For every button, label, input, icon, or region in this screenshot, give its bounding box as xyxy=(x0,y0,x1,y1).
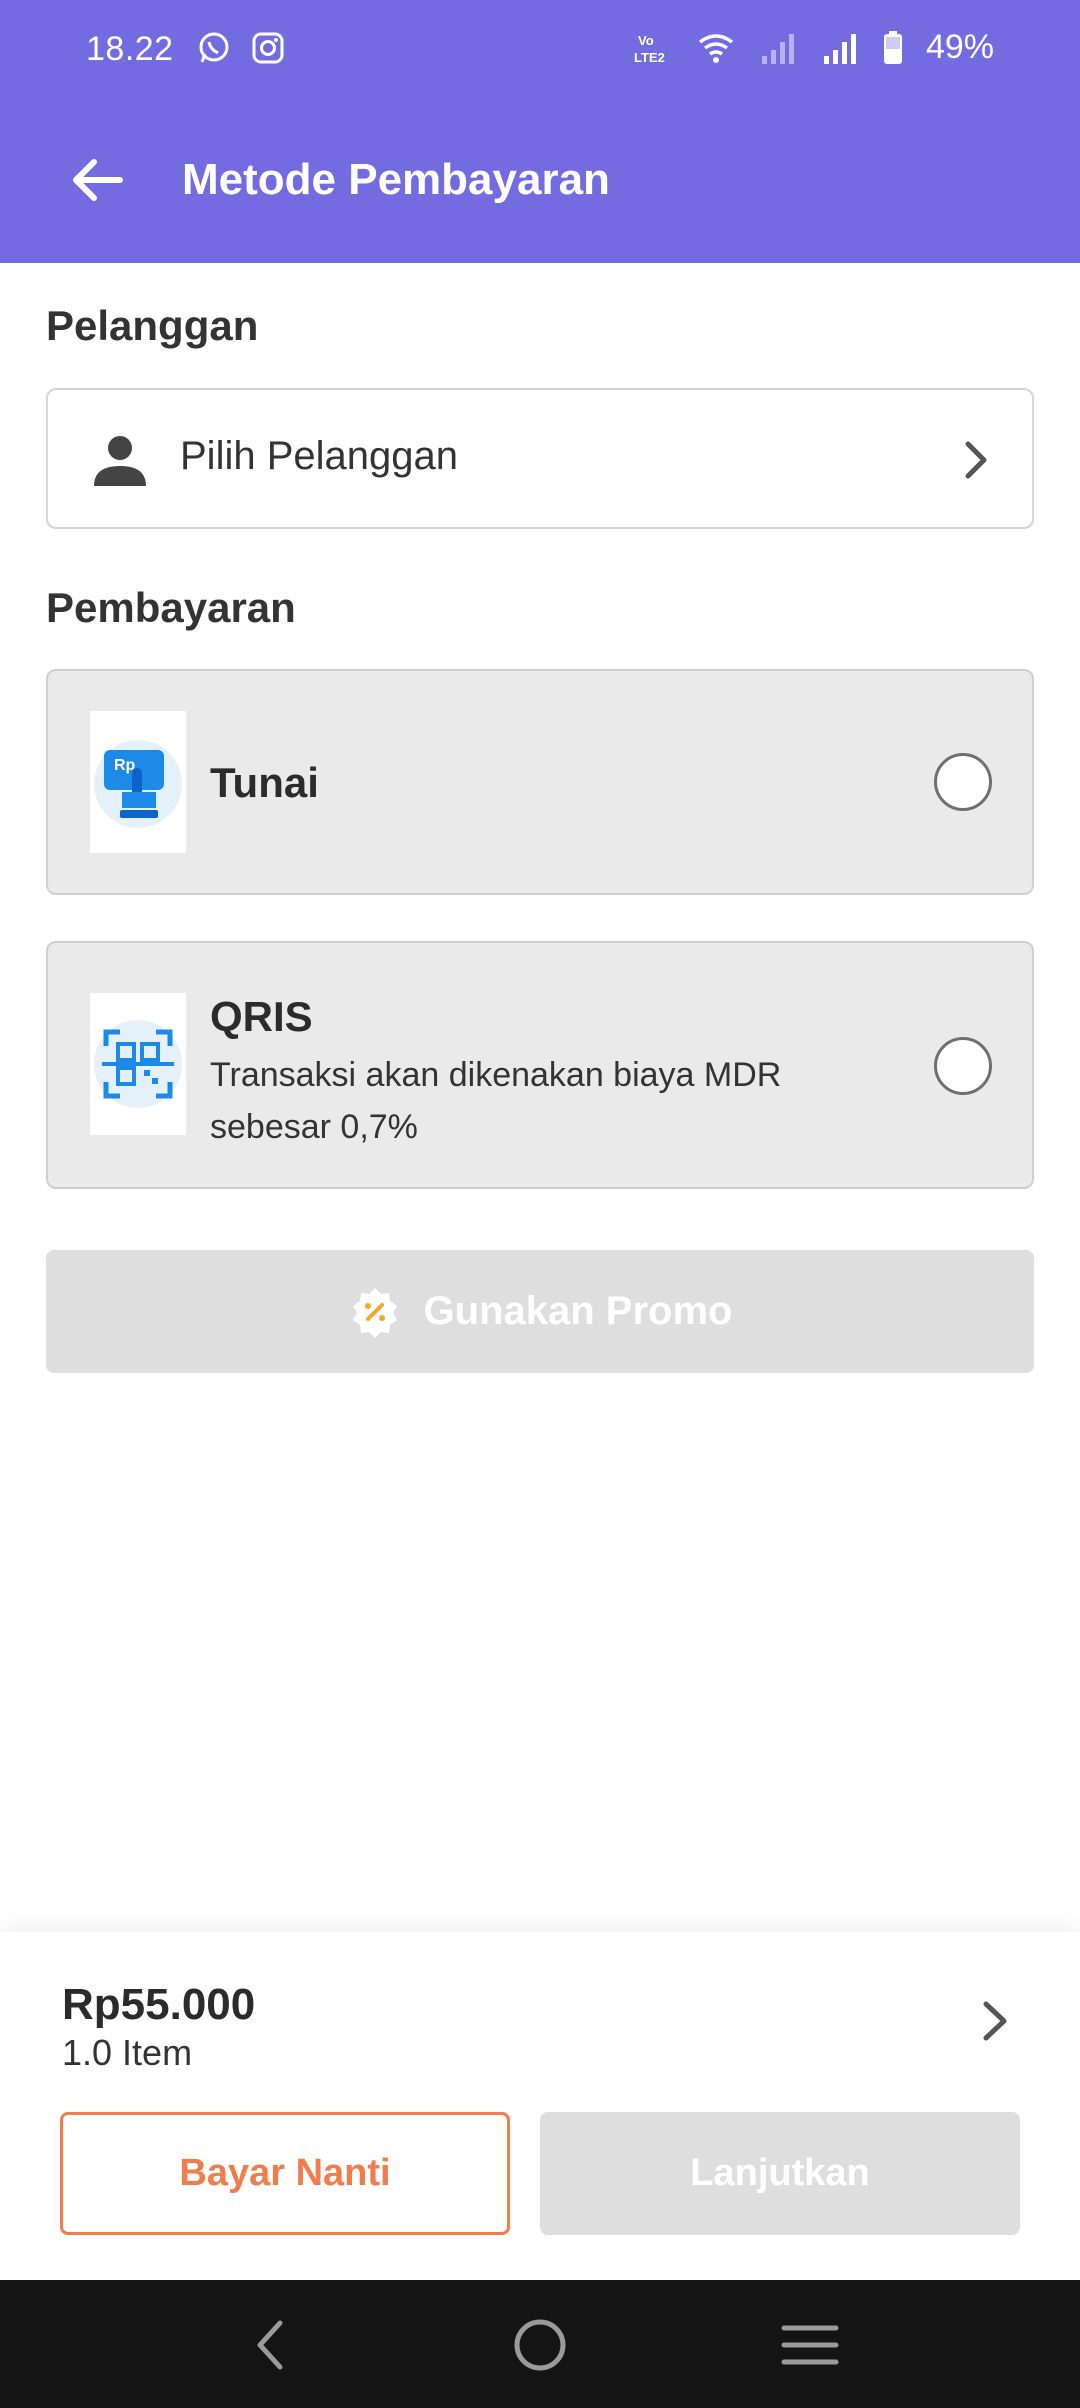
wifi-icon xyxy=(698,33,733,63)
payment-section-title: Pembayaran xyxy=(46,584,296,631)
status-right: Vo LTE2 49% xyxy=(634,28,994,67)
payment-method-screen: 18.22 Vo LTE2 49% Metode Pembayaran Pela… xyxy=(0,0,1080,2408)
select-customer-button[interactable]: Pilih Pelanggan xyxy=(46,388,1034,529)
nav-menu-icon xyxy=(781,2325,839,2365)
app-header: 18.22 Vo LTE2 49% Metode Pembayaran xyxy=(0,0,1080,263)
whatsapp-icon xyxy=(199,32,229,63)
system-nav-bar xyxy=(0,2280,1080,2408)
continue-button[interactable]: Lanjutkan xyxy=(540,2112,1020,2235)
chevron-right-icon xyxy=(965,441,987,479)
instagram-icon xyxy=(252,32,284,64)
promo-badge-icon xyxy=(352,1287,397,1338)
customer-section-title: Pelanggan xyxy=(46,302,259,349)
nav-home-button[interactable] xyxy=(500,2310,580,2380)
total-items: 1.0 Item xyxy=(62,2032,193,2073)
volte-icon: Vo LTE2 xyxy=(634,33,665,65)
use-promo-button[interactable]: Gunakan Promo xyxy=(46,1250,1034,1373)
back-button[interactable] xyxy=(66,150,126,210)
signal-icon xyxy=(823,33,856,64)
nav-home-icon xyxy=(514,2319,566,2371)
total-price: Rp55.000 xyxy=(62,1980,256,2029)
pay-later-button[interactable]: Bayar Nanti xyxy=(60,2112,510,2235)
svg-text:Vo: Vo xyxy=(638,33,654,48)
payment-option-tunai[interactable]: Rp Tunai xyxy=(46,669,1034,895)
qris-icon xyxy=(90,993,186,1135)
nav-recents-button[interactable] xyxy=(770,2310,850,2380)
radio-tunai[interactable] xyxy=(934,753,992,811)
cash-rp-icon: Rp xyxy=(90,711,186,853)
signal-icon xyxy=(761,33,794,64)
payment-name-tunai: Tunai xyxy=(210,759,319,806)
page-title: Metode Pembayaran xyxy=(182,155,610,204)
svg-text:LTE2: LTE2 xyxy=(634,50,665,65)
status-time: 18.22 xyxy=(86,30,174,68)
select-customer-label: Pilih Pelanggan xyxy=(180,434,458,478)
person-icon xyxy=(94,436,146,486)
chevron-right-icon[interactable] xyxy=(974,1996,1014,2046)
payment-name-qris: QRIS xyxy=(210,993,313,1040)
payment-option-qris[interactable]: QRIS Transaksi akan dikenakan biaya MDR … xyxy=(46,941,1034,1189)
use-promo-label: Gunakan Promo xyxy=(423,1289,733,1333)
nav-back-icon xyxy=(257,2320,283,2370)
arrow-left-icon xyxy=(73,159,123,201)
nav-back-button[interactable] xyxy=(230,2310,310,2380)
battery-icon xyxy=(883,30,902,64)
payment-desc-qris: Transaksi akan dikenakan biaya MDR sebes… xyxy=(210,1056,782,1146)
radio-qris[interactable] xyxy=(934,1037,992,1095)
order-summary: Rp55.000 1.0 Item Bayar Nanti Lanjutkan xyxy=(0,1932,1080,2280)
battery-percent: 49% xyxy=(925,28,994,66)
status-bar: 18.22 Vo LTE2 49% xyxy=(0,0,1080,100)
